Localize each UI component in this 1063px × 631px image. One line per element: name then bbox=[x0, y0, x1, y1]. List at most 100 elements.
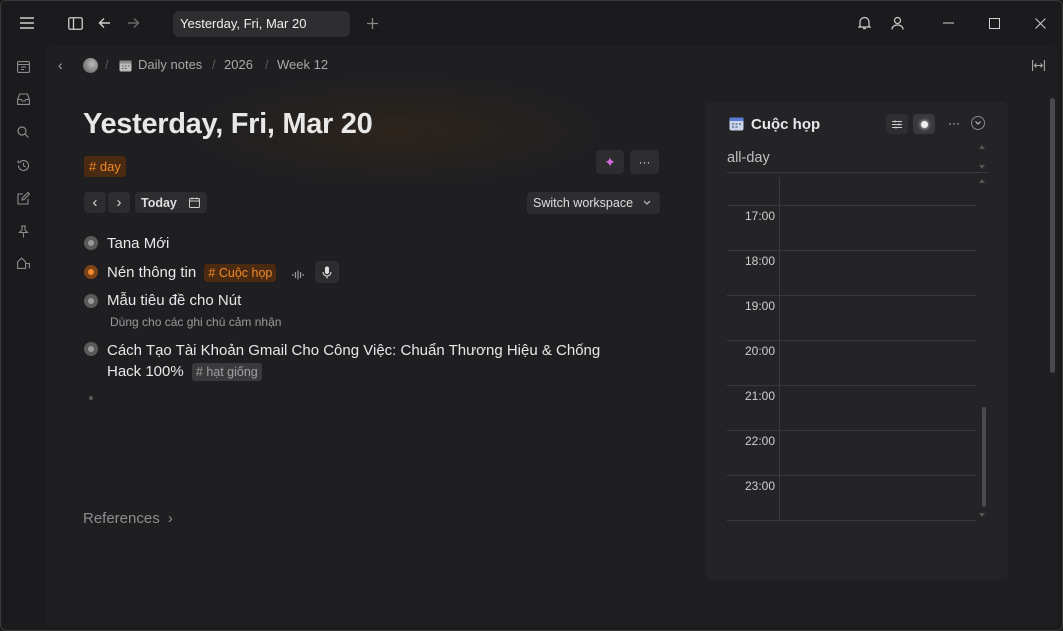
hour-row[interactable]: 21:00 bbox=[727, 385, 976, 431]
sidebar-toggle-icon[interactable] bbox=[63, 11, 87, 35]
tag-label: hạt giống bbox=[206, 365, 258, 379]
scroll-down-arrow-icon[interactable] bbox=[979, 165, 985, 169]
tag-label: day bbox=[99, 159, 121, 174]
expand-width-icon[interactable] bbox=[1032, 58, 1045, 76]
breadcrumb-separator: / bbox=[212, 57, 216, 72]
microphone-button[interactable] bbox=[315, 261, 339, 283]
collapse-left-chevron-icon[interactable]: ‹ bbox=[58, 57, 63, 73]
hour-label: 20:00 bbox=[745, 344, 776, 358]
node-text-line2: Hack 100% bbox=[107, 363, 184, 380]
page-title[interactable]: Yesterday, Fri, Mar 20 bbox=[83, 108, 373, 141]
breadcrumb-year[interactable]: 2026 bbox=[224, 57, 253, 72]
hour-label: 23:00 bbox=[745, 479, 776, 493]
node-text[interactable]: Mẫu tiêu đề cho Nút bbox=[107, 292, 241, 309]
all-day-label: all-day bbox=[727, 150, 770, 166]
all-day-divider bbox=[727, 172, 988, 173]
calendar-today-icon[interactable] bbox=[12, 55, 34, 77]
next-day-button[interactable]: › bbox=[108, 192, 130, 213]
hour-label: 19:00 bbox=[745, 299, 776, 313]
hour-label: 21:00 bbox=[745, 389, 776, 403]
scroll-up-arrow-icon[interactable] bbox=[979, 145, 985, 149]
references-section[interactable]: References › bbox=[83, 510, 173, 527]
inbox-icon[interactable] bbox=[12, 88, 34, 110]
app-window: Yesterday, Fri, Mar 20 ‹ / Daily notes /… bbox=[0, 0, 1063, 631]
scroll-up-arrow-icon[interactable] bbox=[979, 179, 985, 183]
hour-label: 18:00 bbox=[745, 254, 776, 268]
tab-current-page[interactable]: Yesterday, Fri, Mar 20 bbox=[173, 11, 350, 37]
forward-arrow-icon[interactable] bbox=[121, 11, 145, 35]
audio-wave-icon[interactable] bbox=[292, 267, 304, 285]
list-item[interactable]: Nén thông tin # Cuộc họp bbox=[107, 264, 277, 282]
search-icon[interactable] bbox=[12, 121, 34, 143]
hash-symbol: # bbox=[195, 365, 203, 379]
breadcrumb-daily-notes[interactable]: Daily notes bbox=[138, 57, 202, 72]
ai-sparkle-button[interactable]: ✦ bbox=[596, 150, 624, 174]
supertag-cuoc-hop[interactable]: # Cuộc họp bbox=[204, 264, 277, 282]
scroll-down-arrow-icon[interactable] bbox=[979, 513, 985, 517]
node-bullet-tagged[interactable] bbox=[84, 265, 98, 279]
chevron-down-icon bbox=[643, 200, 651, 205]
calendar-filter-button[interactable] bbox=[886, 114, 908, 134]
calendar-record-button[interactable] bbox=[913, 114, 935, 134]
hour-label: 17:00 bbox=[745, 209, 776, 223]
node-text: Nén thông tin bbox=[107, 264, 197, 281]
main-panel: ‹ / Daily notes / 2026 / Week 12 Yesterd… bbox=[46, 46, 1058, 626]
breadcrumb-week[interactable]: Week 12 bbox=[277, 57, 328, 72]
calendar-picker-icon[interactable] bbox=[189, 197, 200, 208]
hour-row[interactable]: 17:00 bbox=[727, 205, 976, 251]
hamburger-menu-icon[interactable] bbox=[15, 11, 39, 35]
workspace-home-icon[interactable] bbox=[12, 252, 34, 274]
hour-row[interactable]: 23:00 bbox=[727, 475, 976, 521]
record-dot-icon bbox=[920, 120, 928, 128]
more-icon: ··· bbox=[638, 155, 651, 169]
history-icon[interactable] bbox=[12, 154, 34, 176]
more-options-button[interactable]: ··· bbox=[630, 150, 659, 174]
node-bullet[interactable] bbox=[84, 342, 98, 356]
main-scrollbar[interactable] bbox=[1050, 98, 1055, 373]
calendar-title[interactable]: Cuộc họp bbox=[751, 116, 820, 133]
node-text[interactable]: Tana Mới bbox=[107, 235, 169, 252]
chevron-right-icon: › bbox=[116, 194, 122, 211]
hour-row-end bbox=[727, 520, 976, 521]
hour-row[interactable]: 18:00 bbox=[727, 250, 976, 296]
pin-icon[interactable] bbox=[12, 220, 34, 242]
bell-icon[interactable] bbox=[852, 11, 876, 35]
supertag-day[interactable]: # day bbox=[84, 156, 126, 177]
sparkle-icon: ✦ bbox=[604, 153, 616, 170]
back-arrow-icon[interactable] bbox=[92, 11, 116, 35]
breadcrumb-separator: / bbox=[265, 57, 269, 72]
tag-label: Cuộc họp bbox=[218, 266, 273, 280]
edit-icon[interactable] bbox=[12, 187, 34, 209]
hour-row[interactable]: 20:00 bbox=[727, 340, 976, 386]
list-item[interactable]: Cách Tạo Tài Khoản Gmail Cho Công Việc: … bbox=[107, 340, 667, 382]
calendar-icon bbox=[119, 59, 132, 77]
switch-workspace-dropdown[interactable]: Switch workspace bbox=[527, 192, 660, 214]
minimize-icon[interactable] bbox=[936, 11, 960, 35]
calendar-scrollbar[interactable] bbox=[982, 407, 986, 507]
breadcrumb-separator: / bbox=[105, 57, 109, 72]
more-icon[interactable]: ··· bbox=[948, 116, 960, 130]
tab-title: Yesterday, Fri, Mar 20 bbox=[180, 16, 307, 31]
hash-symbol: # bbox=[208, 266, 216, 280]
left-rail bbox=[1, 46, 46, 630]
calendar-panel: Cuộc họp ··· all-day 17:00 18:00 19:00 2… bbox=[705, 102, 1008, 580]
user-icon[interactable] bbox=[885, 11, 909, 35]
switch-workspace-label: Switch workspace bbox=[533, 196, 634, 210]
hour-row[interactable]: 22:00 bbox=[727, 430, 976, 476]
chevron-right-icon: › bbox=[167, 510, 173, 527]
hour-row[interactable]: 19:00 bbox=[727, 295, 976, 341]
chevron-left-icon: ‹ bbox=[92, 194, 98, 211]
close-icon[interactable] bbox=[1028, 11, 1052, 35]
hash-symbol: # bbox=[89, 159, 97, 174]
today-button[interactable]: Today bbox=[135, 192, 207, 213]
supertag-hat-giong[interactable]: # hạt giống bbox=[191, 363, 262, 381]
node-bullet[interactable] bbox=[84, 294, 98, 308]
collapse-circle-chevron-icon[interactable] bbox=[971, 116, 985, 130]
workspace-avatar[interactable] bbox=[83, 58, 98, 73]
node-bullet[interactable] bbox=[84, 236, 98, 250]
new-tab-plus-icon[interactable] bbox=[360, 11, 384, 35]
prev-day-button[interactable]: ‹ bbox=[84, 192, 106, 213]
node-description[interactable]: Dùng cho các ghi chú cảm nhận bbox=[110, 315, 281, 329]
maximize-icon[interactable] bbox=[982, 11, 1006, 35]
empty-node-bullet[interactable] bbox=[89, 396, 93, 400]
